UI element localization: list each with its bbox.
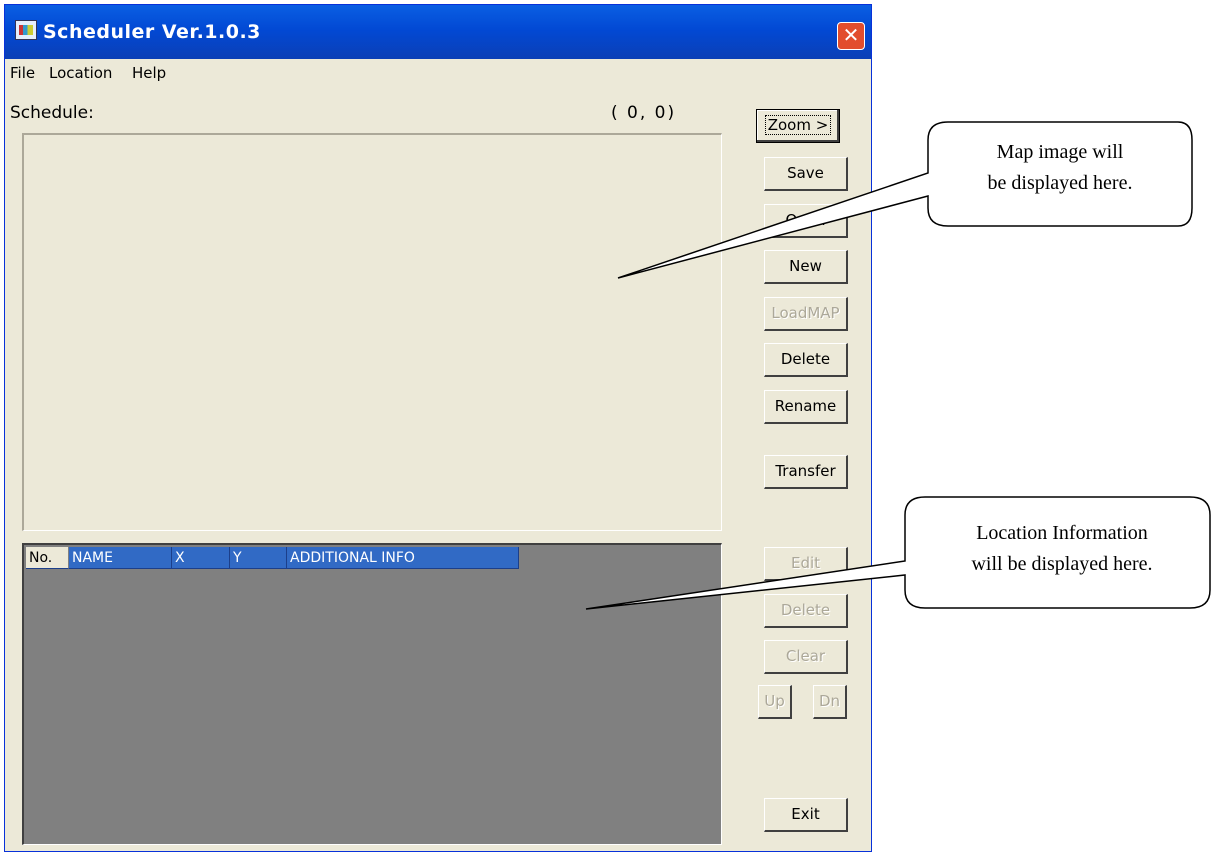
delete-location-button[interactable]: Delete	[764, 594, 848, 628]
map-display-area[interactable]	[22, 133, 722, 531]
column-header-no[interactable]: No.	[26, 547, 69, 569]
map-callout-line2: be displayed here.	[987, 172, 1133, 194]
zoom-button[interactable]: Zoom >	[756, 109, 840, 143]
save-button[interactable]: Save	[764, 157, 848, 191]
app-window: Scheduler Ver.1.0.3 ✕ File Location Help…	[4, 4, 872, 852]
close-icon: ✕	[842, 23, 860, 47]
down-button[interactable]: Dn	[813, 685, 847, 719]
location-callout-text: Location Information will be displayed h…	[912, 518, 1212, 580]
location-list[interactable]: No. NAME X Y ADDITIONAL INFO	[22, 543, 722, 845]
location-callout-line2: will be displayed here.	[971, 553, 1153, 575]
map-callout-text: Map image will be displayed here.	[940, 137, 1180, 199]
open-button[interactable]: Open	[764, 204, 848, 238]
loadmap-button[interactable]: LoadMAP	[764, 297, 848, 331]
delete-button[interactable]: Delete	[764, 343, 848, 377]
window-title: Scheduler Ver.1.0.3	[43, 21, 261, 43]
close-button[interactable]: ✕	[837, 22, 865, 50]
new-button[interactable]: New	[764, 250, 848, 284]
app-icon	[15, 20, 37, 40]
coordinate-readout: ( 0, 0)	[611, 103, 677, 123]
column-header-additional-info[interactable]: ADDITIONAL INFO	[287, 547, 519, 569]
menu-file[interactable]: File	[10, 64, 35, 82]
title-bar[interactable]: Scheduler Ver.1.0.3 ✕	[5, 5, 871, 59]
menu-bar: File Location Help	[5, 59, 871, 87]
rename-button[interactable]: Rename	[764, 390, 848, 424]
location-callout-line1: Location Information	[976, 522, 1148, 544]
exit-button[interactable]: Exit	[764, 798, 848, 832]
column-header-y[interactable]: Y	[230, 547, 287, 569]
transfer-button[interactable]: Transfer	[764, 455, 848, 489]
schedule-label: Schedule:	[10, 103, 94, 123]
edit-button[interactable]: Edit	[764, 547, 848, 581]
menu-help[interactable]: Help	[132, 64, 166, 82]
menu-location[interactable]: Location	[49, 64, 112, 82]
up-button[interactable]: Up	[758, 685, 792, 719]
clear-button[interactable]: Clear	[764, 640, 848, 674]
column-header-x[interactable]: X	[172, 547, 230, 569]
map-callout-line1: Map image will	[996, 141, 1124, 163]
column-header-name[interactable]: NAME	[69, 547, 172, 569]
